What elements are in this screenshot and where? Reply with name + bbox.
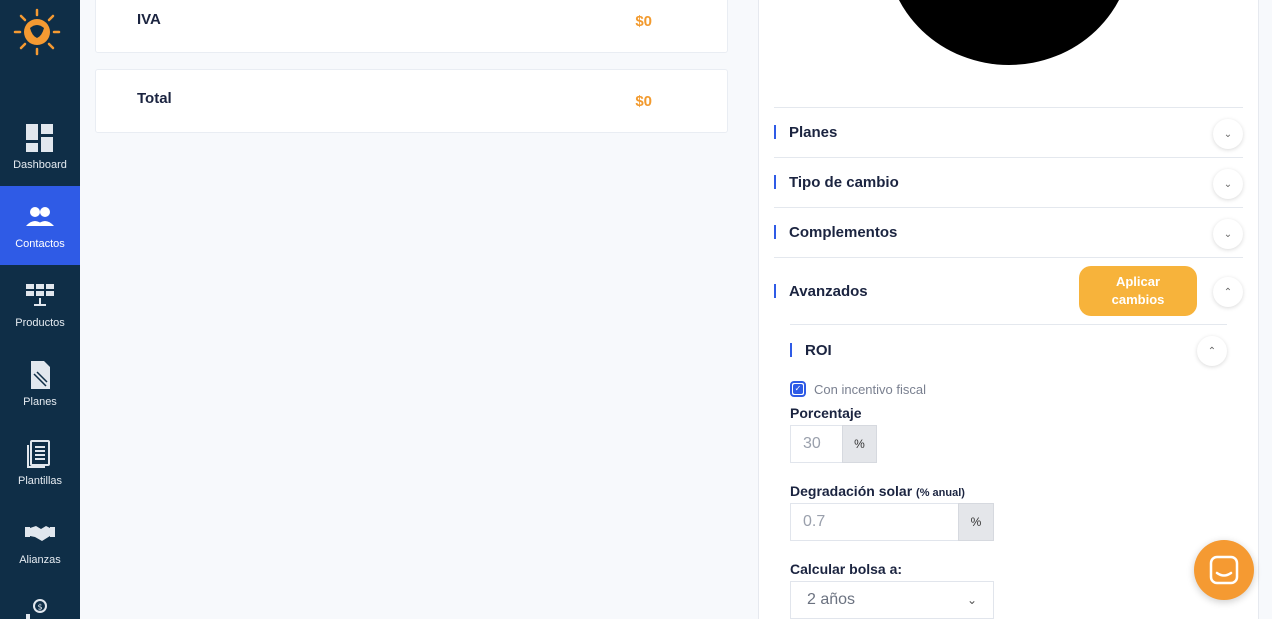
contacts-icon bbox=[26, 206, 54, 226]
degradacion-value: 0.7 bbox=[803, 513, 826, 530]
percent-addon: % bbox=[958, 503, 994, 541]
sidebar-item-productos[interactable]: Productos bbox=[0, 265, 80, 344]
sidebar-item-label: Plantillas bbox=[17, 474, 63, 487]
sidebar-item-label: Alianzas bbox=[19, 553, 61, 566]
apply-label-line2: cambios bbox=[1111, 292, 1165, 307]
degradacion-label-text: Degradación solar bbox=[790, 483, 913, 499]
sidebar-item-contactos[interactable]: Contactos bbox=[0, 186, 80, 265]
sidebar-item-dashboard[interactable]: Dashboard bbox=[0, 107, 80, 186]
accordion-planes[interactable]: Planes bbox=[774, 107, 1243, 157]
templates-icon bbox=[27, 439, 50, 468]
finance-icon[interactable]: $ bbox=[24, 598, 50, 619]
total-value: $0 bbox=[635, 93, 652, 110]
accordion-roi[interactable]: ROI bbox=[790, 324, 1227, 374]
accent-bar bbox=[774, 125, 776, 139]
chevron-down-icon[interactable]: ⌄ bbox=[1213, 169, 1243, 199]
bolsa-selected: 2 años bbox=[807, 591, 856, 608]
chevron-down-icon[interactable]: ⌄ bbox=[1213, 219, 1243, 249]
porcentaje-label: Porcentaje bbox=[790, 405, 862, 421]
sidebar-item-label: Productos bbox=[15, 316, 65, 329]
porcentaje-input[interactable]: 30 bbox=[790, 425, 843, 463]
accordion-title: Avanzados bbox=[789, 283, 868, 300]
products-icon bbox=[26, 283, 54, 306]
sidebar-item-plantillas[interactable]: Plantillas bbox=[0, 423, 80, 502]
degradacion-hint: (% anual) bbox=[916, 487, 965, 499]
apply-changes-button[interactable]: Aplicar cambios bbox=[1079, 266, 1197, 316]
porcentaje-value: 30 bbox=[803, 435, 821, 452]
iva-row: IVA $0 bbox=[95, 0, 728, 53]
dashboard-icon bbox=[26, 123, 53, 152]
accordion-title: ROI bbox=[805, 342, 832, 359]
percent-addon: % bbox=[842, 425, 877, 463]
chevron-up-icon[interactable]: ⌃ bbox=[1213, 277, 1243, 307]
sidebar-item-label: Planes bbox=[23, 395, 57, 408]
logo-icon[interactable] bbox=[13, 8, 61, 56]
sidebar: Dashboard Contactos Productos Planes Pla… bbox=[0, 0, 80, 619]
chat-button[interactable] bbox=[1194, 540, 1254, 600]
accordion-title: Planes bbox=[789, 124, 838, 141]
total-row: Total $0 bbox=[95, 69, 728, 133]
degradacion-input[interactable]: 0.7 bbox=[790, 503, 959, 541]
accent-bar bbox=[774, 284, 776, 298]
sidebar-item-label: Dashboard bbox=[13, 158, 67, 171]
chevron-down-icon[interactable]: ⌄ bbox=[1213, 119, 1243, 149]
sidebar-item-alianzas[interactable]: Alianzas bbox=[0, 502, 80, 581]
accent-bar bbox=[774, 225, 776, 239]
accordion-complementos[interactable]: Complementos bbox=[774, 207, 1243, 257]
total-label: Total bbox=[137, 90, 172, 107]
chevron-up-icon[interactable]: ⌃ bbox=[1197, 336, 1227, 366]
sidebar-item-planes[interactable]: Planes bbox=[0, 344, 80, 423]
alliances-icon bbox=[25, 525, 55, 541]
incentive-label: Con incentivo fiscal bbox=[814, 382, 926, 397]
chat-icon bbox=[1209, 555, 1239, 585]
svg-text:$: $ bbox=[38, 603, 43, 612]
accordion-title: Tipo de cambio bbox=[789, 174, 899, 191]
chevron-down-icon: ⌄ bbox=[966, 593, 977, 607]
plans-icon bbox=[31, 360, 50, 389]
accordion-tipo-de-cambio[interactable]: Tipo de cambio bbox=[774, 157, 1243, 207]
apply-label-line1: Aplicar bbox=[1115, 274, 1161, 289]
accent-bar bbox=[790, 343, 792, 357]
degradacion-label: Degradación solar (% anual) bbox=[790, 483, 965, 499]
accordion-title: Complementos bbox=[789, 224, 898, 241]
iva-label: IVA bbox=[137, 11, 161, 28]
bolsa-label: Calcular bolsa a: bbox=[790, 561, 903, 577]
incentive-checkbox[interactable]: ✓ bbox=[790, 381, 806, 397]
check-icon: ✓ bbox=[793, 384, 803, 394]
sidebar-item-label: Contactos bbox=[15, 237, 65, 250]
accent-bar bbox=[774, 175, 776, 189]
iva-value: $0 bbox=[635, 13, 652, 30]
bolsa-select[interactable]: 2 años ⌄ bbox=[790, 581, 994, 619]
